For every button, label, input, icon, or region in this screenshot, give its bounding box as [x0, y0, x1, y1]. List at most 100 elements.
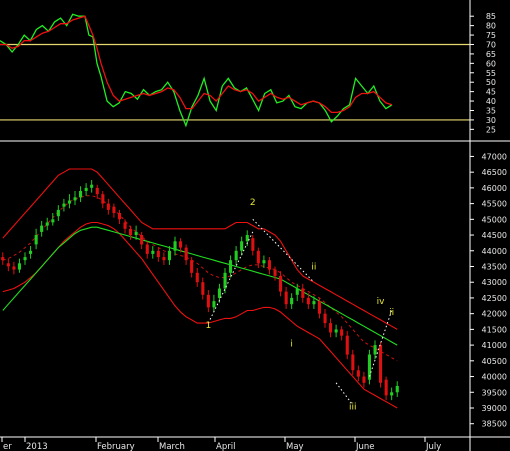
candle-body — [134, 231, 138, 235]
candle-body — [373, 345, 377, 355]
candle-body — [340, 329, 344, 336]
price-y-tick-label: 46000 — [482, 184, 507, 193]
x-tick-label: February — [97, 442, 135, 451]
price-y-tick-label: 39000 — [482, 404, 507, 413]
candle-body — [79, 191, 83, 198]
wave-label: ii — [389, 308, 394, 318]
candle-body — [384, 379, 388, 396]
candle-body — [56, 209, 60, 217]
candle-body — [317, 301, 321, 314]
candle-body — [306, 297, 310, 305]
oscillator-y-tick-label: 55 — [486, 69, 496, 78]
x-tick-label: March — [159, 442, 185, 451]
candle-body — [256, 250, 260, 264]
candle-body — [95, 187, 99, 195]
candle-body — [379, 345, 383, 383]
wave-label: ii — [311, 263, 316, 273]
candle-body — [395, 386, 399, 393]
oscillator-y-tick-label: 65 — [486, 50, 496, 59]
oscillator-y-tick-label: 35 — [486, 106, 496, 115]
wave-label: iv — [377, 297, 386, 307]
wave-label: i — [290, 340, 293, 350]
wave-label: iii — [349, 403, 357, 413]
candle-body — [156, 250, 160, 258]
oscillator-y-tick-label: 80 — [486, 22, 496, 31]
candle-body — [312, 301, 316, 305]
x-tick-label: July — [425, 442, 441, 451]
oscillator-y-tick-label: 45 — [486, 88, 496, 97]
price-y-tick-label: 47000 — [482, 152, 507, 161]
candle-body — [245, 235, 249, 242]
price-y-tick-label: 40500 — [482, 357, 507, 366]
candle-body — [117, 213, 121, 220]
price-y-tick-label: 41000 — [482, 341, 507, 350]
oscillator-y-tick-label: 70 — [486, 40, 496, 49]
candle-body — [251, 238, 255, 251]
candle-body — [390, 392, 394, 396]
candle-body — [240, 241, 244, 251]
price-y-tick-label: 42000 — [482, 310, 507, 319]
candle-body — [212, 301, 216, 308]
candle-body — [29, 250, 33, 254]
candle-body — [295, 288, 299, 295]
price-y-tick-label: 44000 — [482, 247, 507, 256]
x-tick-label: May — [286, 442, 304, 451]
wave-label: 2 — [250, 198, 256, 208]
x-tick-label: er — [3, 442, 12, 451]
candle-body — [201, 282, 205, 295]
price-y-tick-label: 44500 — [482, 231, 507, 240]
chart-background — [0, 0, 510, 451]
candle-body — [362, 376, 366, 383]
candle-body — [34, 235, 38, 245]
price-y-tick-label: 45500 — [482, 200, 507, 209]
candle-body — [40, 225, 44, 232]
candle-body — [45, 222, 49, 226]
candle-body — [167, 250, 171, 261]
candle-body — [351, 354, 355, 371]
oscillator-y-tick-label: 60 — [486, 59, 496, 68]
candle-body — [90, 184, 94, 188]
oscillator-y-tick-label: 30 — [486, 116, 496, 125]
candle-body — [23, 257, 27, 261]
oscillator-y-tick-label: 40 — [486, 97, 496, 106]
price-y-tick-label: 45000 — [482, 215, 507, 224]
candle-body — [179, 241, 183, 248]
candle-body — [195, 272, 199, 283]
candle-body — [262, 260, 266, 264]
candle-body — [6, 263, 10, 267]
candle-body — [273, 269, 277, 276]
x-tick-label: April — [216, 442, 235, 451]
candle-body — [229, 260, 233, 273]
candle-body — [73, 197, 77, 201]
candle-body — [123, 222, 127, 229]
candle-body — [1, 257, 5, 261]
oscillator-y-tick-label: 75 — [486, 31, 496, 40]
candle-body — [140, 235, 144, 245]
candle-body — [173, 241, 177, 251]
candle-body — [12, 266, 16, 270]
candle-body — [129, 228, 133, 236]
price-y-tick-label: 38500 — [482, 420, 507, 429]
candle-body — [206, 294, 210, 308]
candle-body — [17, 263, 21, 270]
candle-body — [51, 219, 55, 223]
price-y-tick-label: 40000 — [482, 373, 507, 382]
price-y-tick-label: 41500 — [482, 325, 507, 334]
candle-body — [234, 250, 238, 261]
candle-body — [267, 260, 271, 270]
price-y-tick-label: 43000 — [482, 278, 507, 287]
candle-body — [345, 335, 349, 355]
x-tick-label: June — [355, 442, 375, 451]
candle-body — [62, 203, 66, 207]
candle-body — [190, 260, 194, 273]
candle-body — [284, 291, 288, 305]
candle-body — [106, 203, 110, 210]
candle-body — [356, 370, 360, 377]
price-y-tick-label: 42500 — [482, 294, 507, 303]
chart: 12iiiiiiivii 253035404550556065707580853… — [0, 0, 510, 451]
candle-body — [101, 194, 105, 204]
candle-body — [184, 247, 188, 261]
oscillator-y-tick-label: 50 — [486, 78, 496, 87]
candle-body — [151, 250, 155, 254]
x-tick-label: 2013 — [26, 442, 48, 451]
